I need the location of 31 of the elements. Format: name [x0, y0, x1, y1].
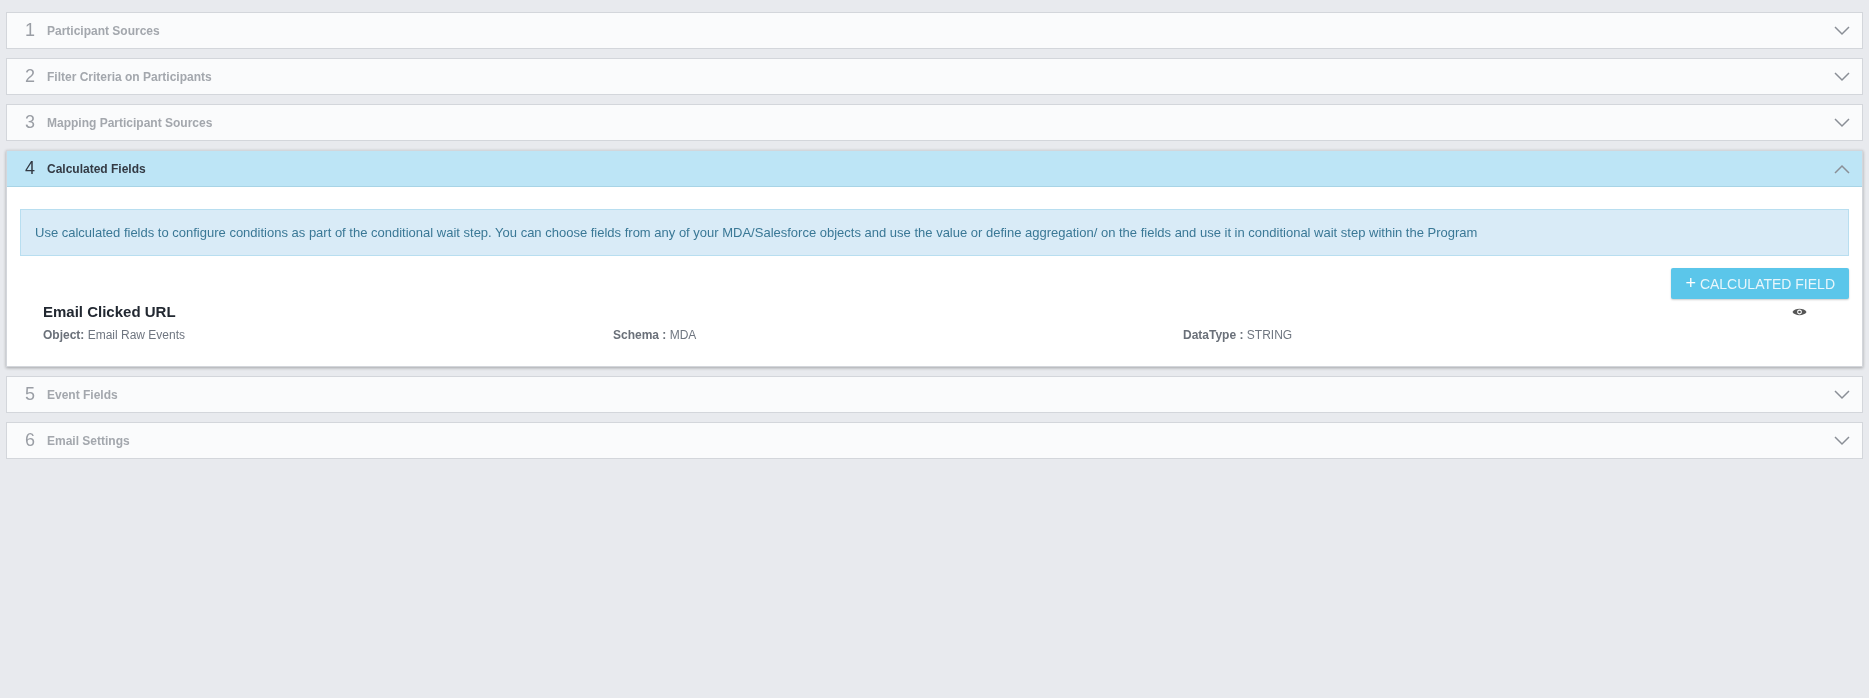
chevron-icon	[1834, 117, 1850, 128]
chevron-icon	[1834, 389, 1850, 400]
accordion-header[interactable]: 2 Filter Criteria on Participants	[7, 59, 1862, 94]
step-number: 6	[24, 430, 36, 451]
section-title: Email Settings	[47, 433, 131, 448]
chevron-icon	[1834, 71, 1850, 82]
step-number: 4	[24, 158, 36, 179]
accordion-header[interactable]: 1 Participant Sources	[7, 13, 1862, 48]
view-icon[interactable]	[1792, 306, 1807, 317]
step-number: 1	[24, 20, 36, 41]
accordion-header[interactable]: 6 Email Settings	[7, 423, 1862, 458]
chevron-icon	[1834, 25, 1850, 36]
section-title: Filter Criteria on Participants	[47, 69, 213, 84]
field-property: DataType : STRING	[1183, 328, 1294, 342]
section-title: Calculated Fields	[47, 161, 147, 176]
accordion-header[interactable]: 4 Calculated Fields	[7, 151, 1862, 187]
info-message: Use calculated fields to configure conditions as part of the conditional wait step. You can choose fields from any of your MDA/Salesforce objects and use the value or define aggregation/ on the fields and use it in conditional wait step within the Program	[20, 209, 1849, 256]
chevron-icon	[1834, 435, 1850, 446]
accordion-header[interactable]: 5 Event Fields	[7, 377, 1862, 412]
section-title: Mapping Participant Sources	[47, 115, 214, 130]
step-number: 3	[24, 112, 36, 133]
accordion-header[interactable]: 3 Mapping Participant Sources	[7, 105, 1862, 140]
add-calculated-field-button[interactable]: + CALCULATED FIELD	[1671, 268, 1849, 299]
chevron-icon	[1834, 163, 1850, 174]
step-number: 5	[24, 384, 36, 405]
field-property: Schema : MDA	[613, 328, 698, 342]
section-title: Participant Sources	[47, 23, 161, 38]
section-title: Event Fields	[47, 387, 119, 402]
field-name: Email Clicked URL	[43, 303, 176, 320]
step-number: 2	[24, 66, 36, 87]
field-property: Object: Email Raw Events	[43, 328, 187, 342]
